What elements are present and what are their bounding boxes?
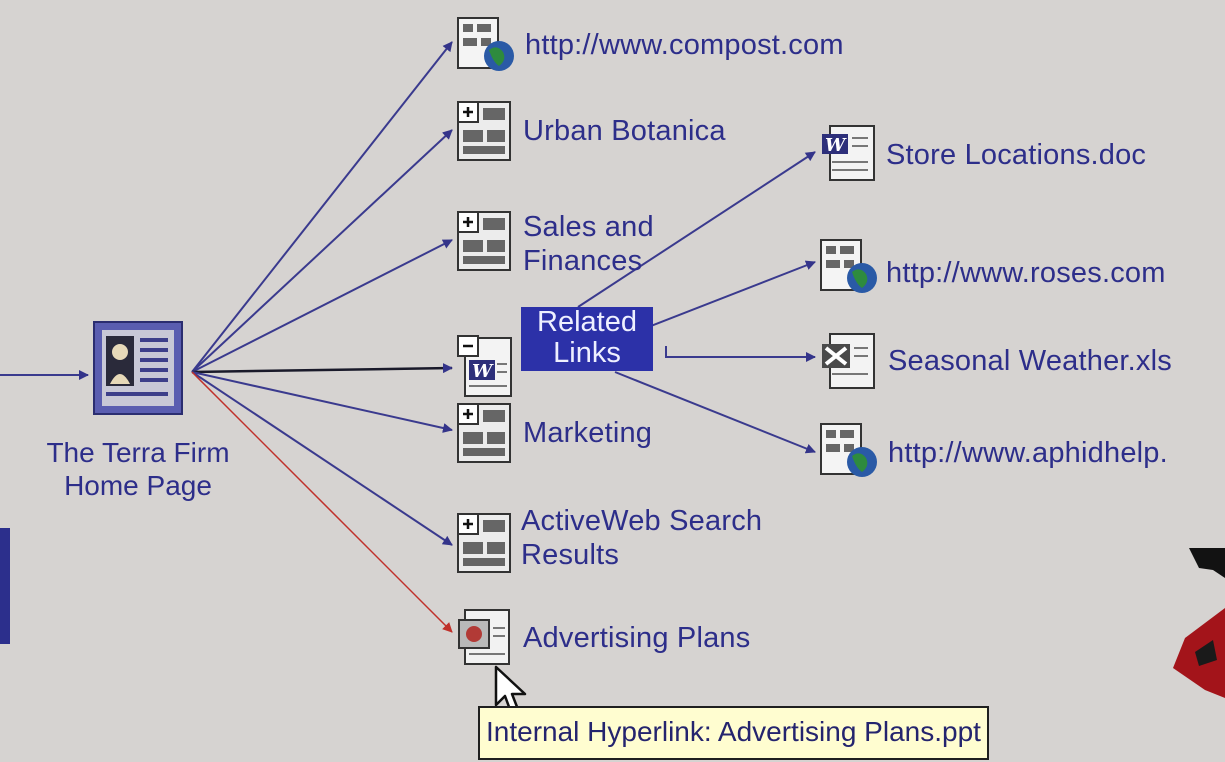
hyperlink-tooltip: Internal Hyperlink: Advertising Plans.pp… bbox=[478, 706, 989, 760]
node-compost[interactable]: http://www.compost.com bbox=[455, 14, 925, 74]
word-doc-icon: W bbox=[822, 125, 875, 181]
root-node[interactable] bbox=[92, 320, 184, 416]
link-weather bbox=[665, 346, 816, 362]
link-sales bbox=[191, 239, 453, 373]
node-label: Marketing bbox=[523, 417, 653, 449]
web-globe-icon bbox=[820, 239, 877, 293]
folder-expand-icon bbox=[457, 403, 511, 463]
node-label: Store Locations.doc bbox=[886, 139, 1147, 171]
node-aphidhelp[interactable]: http://www.aphidhelp. bbox=[818, 420, 1225, 486]
node-marketing[interactable]: Marketing bbox=[455, 398, 695, 468]
node-label: ActiveWeb Search Results bbox=[521, 505, 763, 571]
node-advertising-plans[interactable]: Advertising Plans bbox=[455, 606, 795, 672]
link-advertising bbox=[191, 371, 453, 633]
node-label: Sales and Finances bbox=[523, 211, 654, 277]
node-sales-finances[interactable]: Sales and Finances bbox=[455, 206, 715, 286]
link-related bbox=[191, 363, 453, 374]
node-seasonal-weather[interactable]: Seasonal Weather.xls bbox=[818, 330, 1218, 396]
link-urban bbox=[191, 129, 453, 373]
node-label: Seasonal Weather.xls bbox=[888, 345, 1172, 377]
svg-text:W: W bbox=[472, 361, 494, 382]
node-roses[interactable]: http://www.roses.com bbox=[818, 236, 1225, 302]
left-edge-bar bbox=[0, 528, 10, 644]
link-marketing bbox=[191, 371, 453, 433]
node-urban-botanica[interactable]: Urban Botanica bbox=[455, 96, 775, 166]
folder-expand-icon bbox=[457, 211, 511, 271]
excel-doc-icon bbox=[822, 333, 875, 389]
node-activeweb[interactable]: ActiveWeb Search Results bbox=[455, 505, 765, 588]
folder-expand-icon bbox=[457, 101, 511, 161]
node-related-links[interactable]: W bbox=[455, 334, 521, 404]
link-compost bbox=[191, 41, 453, 373]
web-globe-icon bbox=[457, 17, 514, 71]
home-page-icon bbox=[93, 321, 183, 415]
node-label: http://www.roses.com bbox=[886, 257, 1166, 289]
web-globe-icon bbox=[820, 423, 877, 477]
root-label: The Terra Firm Home Page bbox=[46, 437, 230, 501]
powerpoint-doc-icon bbox=[458, 609, 510, 665]
word-collapse-icon: W bbox=[457, 335, 512, 397]
decorative-art-icon bbox=[1173, 548, 1225, 698]
node-label: Urban Botanica bbox=[523, 115, 726, 147]
node-label: Advertising Plans bbox=[523, 622, 751, 654]
svg-text:W: W bbox=[825, 135, 847, 156]
node-label: http://www.compost.com bbox=[525, 29, 844, 61]
selected-node-label[interactable]: Related Links bbox=[521, 307, 653, 371]
node-store-locations[interactable]: W Store Locations.doc bbox=[818, 122, 1198, 188]
node-label: http://www.aphidhelp. bbox=[888, 437, 1168, 469]
folder-expand-icon bbox=[457, 513, 511, 573]
